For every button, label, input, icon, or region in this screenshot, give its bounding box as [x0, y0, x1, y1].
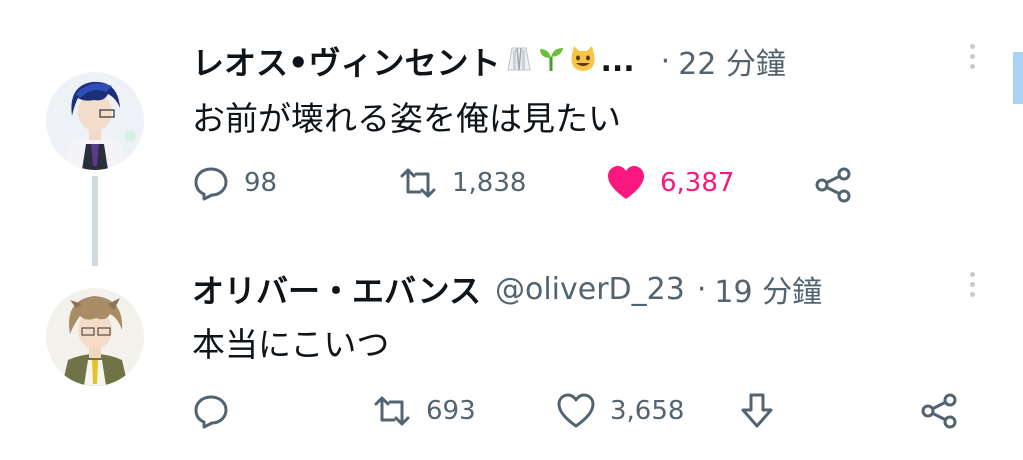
retweet-button[interactable]: 693 — [372, 392, 476, 430]
tweet-text: 本当にこいつ — [192, 325, 390, 364]
share-button[interactable] — [920, 392, 960, 430]
download-button[interactable] — [740, 392, 774, 430]
separator-dot: · — [696, 271, 707, 307]
display-name[interactable]: オリバー・エバンス — [192, 266, 481, 312]
retweet-icon — [372, 392, 412, 430]
heart-outline-icon — [556, 392, 596, 430]
timestamp[interactable]: 19 分鐘 — [714, 267, 822, 311]
reply-icon — [192, 392, 230, 430]
user-handle[interactable]: @oliverD_23 — [495, 272, 685, 307]
tweet-header: オリバー・エバンス @oliverD_23 · 19 分鐘 — [192, 264, 822, 314]
more-options-icon[interactable] — [970, 272, 976, 297]
reply-button[interactable] — [192, 392, 244, 430]
like-count: 3,658 — [610, 396, 685, 426]
avatar[interactable] — [46, 288, 144, 386]
scrollbar-edge — [1013, 52, 1023, 104]
share-icon — [920, 392, 960, 430]
download-arrow-icon — [740, 392, 774, 430]
tweet[interactable]: オリバー・エバンス @oliverD_23 · 19 分鐘 本当にこいつ 693 — [0, 0, 1000, 429]
retweet-count: 693 — [426, 396, 476, 426]
like-button[interactable]: 3,658 — [556, 392, 684, 430]
